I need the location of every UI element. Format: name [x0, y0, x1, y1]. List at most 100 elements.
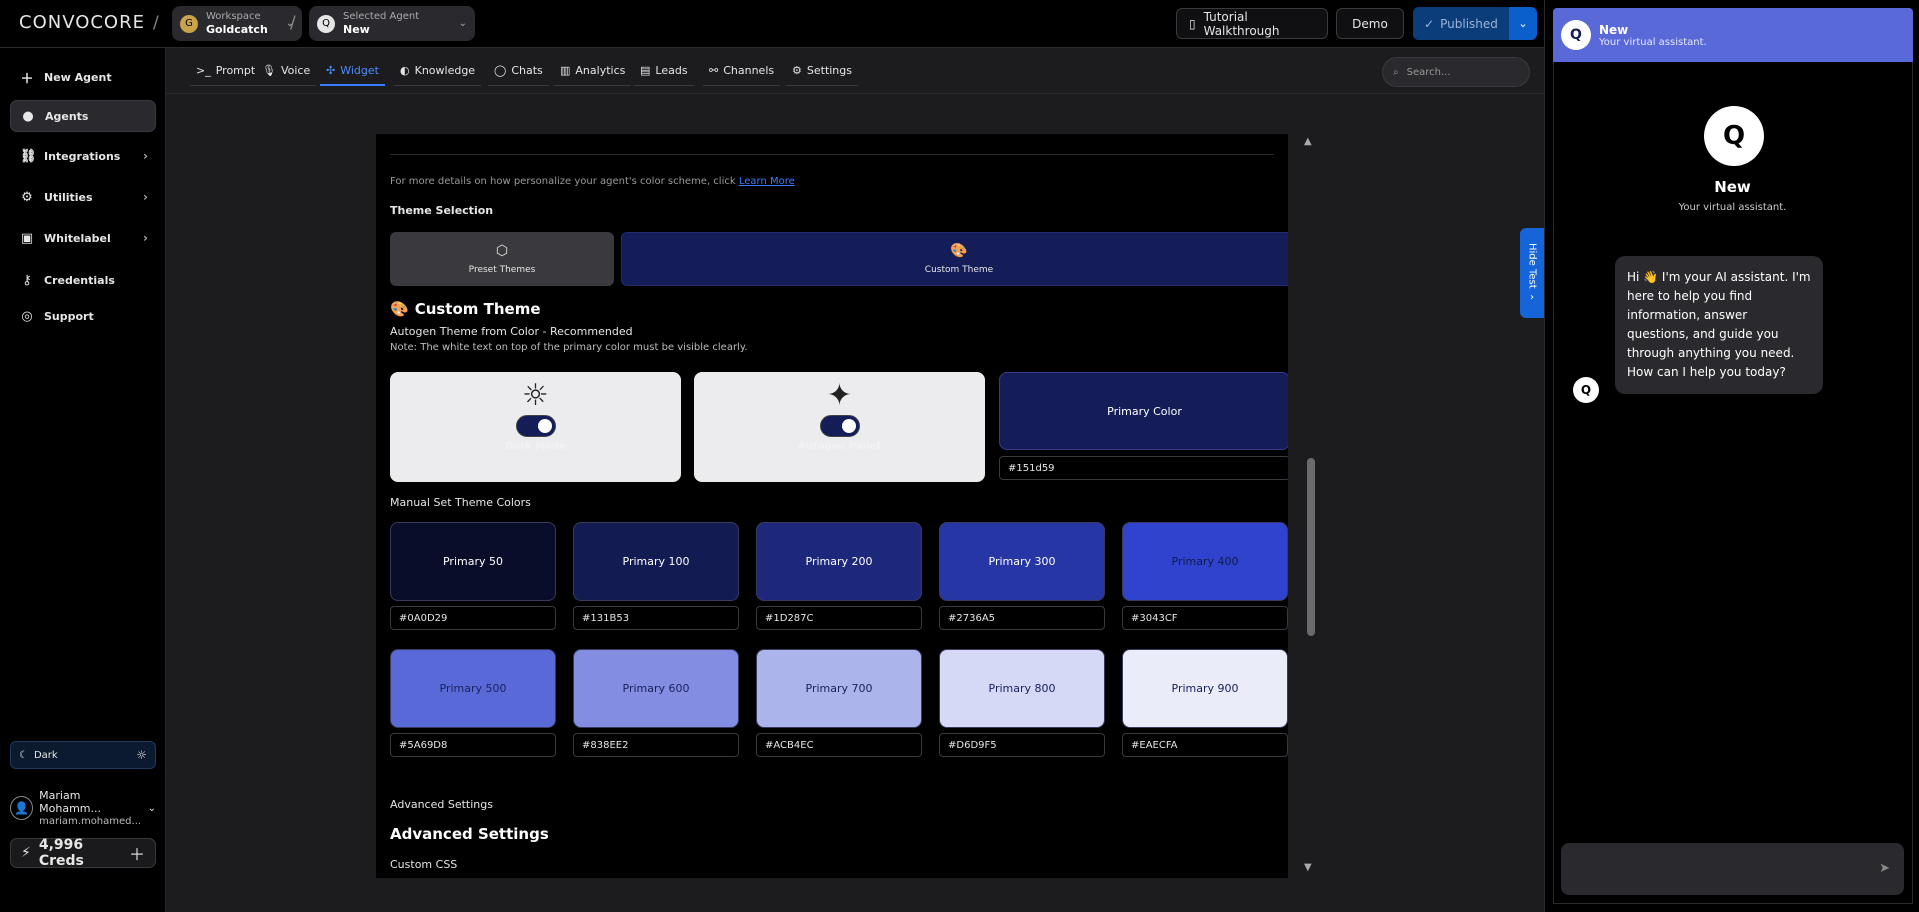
user-menu[interactable]: 👤 Mariam Mohamm... mariam.mohamed... ⌄	[10, 789, 156, 827]
color-swatch[interactable]: Primary 600	[573, 649, 739, 728]
workspace-selector[interactable]: G Workspace Goldcatch ⌄	[172, 6, 303, 41]
dark-mode-toggle[interactable]	[515, 415, 556, 437]
color-swatch[interactable]: Primary 200	[756, 522, 922, 601]
color-swatch[interactable]: Primary 400	[1122, 522, 1288, 601]
preset-themes-button[interactable]: ⬡ Preset Themes	[390, 232, 614, 286]
chat-message-input[interactable]: ➤	[1561, 843, 1904, 895]
color-swatch[interactable]: Primary 50	[390, 522, 556, 601]
primary-color-swatch[interactable]: Primary Color	[999, 372, 1288, 450]
link-icon: ⛓	[20, 148, 37, 164]
color-hex-input[interactable]: #131B53	[573, 606, 739, 630]
publish-control[interactable]: ✓ Published ⌄	[1413, 7, 1537, 40]
tab-channels[interactable]: ⚯ Channels	[703, 56, 781, 86]
color-hex-input[interactable]: #2736A5	[939, 606, 1105, 630]
autogen-pallet-toggle[interactable]	[819, 415, 860, 437]
tab-chats[interactable]: ◯ Chats	[488, 56, 549, 86]
tab-knowledge[interactable]: ◐ Knowledge	[394, 56, 482, 86]
tab-voice[interactable]: 🎙 Voice	[256, 56, 317, 86]
custom-theme-heading: 🎨 Custom Theme	[390, 300, 541, 318]
color-swatch[interactable]: Primary 300	[939, 522, 1105, 601]
publish-dropdown-button[interactable]: ⌄	[1509, 7, 1537, 40]
color-hex-input[interactable]: #D6D9F5	[939, 733, 1105, 757]
cube-icon: ⬡	[495, 243, 509, 259]
chat-welcome-subtitle: Your virtual assistant.	[1678, 202, 1787, 213]
custom-theme-label: Custom Theme	[924, 265, 994, 275]
color-hex-input[interactable]: #5A69D8	[390, 733, 556, 757]
color-hex-input[interactable]: #838EE2	[573, 733, 739, 757]
sidebar-item-integrations[interactable]: ⛓ Integrations ›	[10, 140, 156, 172]
agent-avatar-icon: Q	[317, 14, 335, 33]
dark-mode-card[interactable]: ☼ Dark Mode	[390, 372, 681, 482]
workspace-name: Goldcatch	[206, 22, 268, 36]
channels-icon: ⚯	[709, 64, 719, 77]
widget-icon: ✣	[326, 63, 336, 77]
custom-css-label: Custom CSS	[390, 858, 458, 871]
hide-test-label: Hide Test	[1526, 242, 1538, 289]
learn-more-link[interactable]: Learn More	[739, 176, 795, 187]
chat-icon: ◯	[494, 64, 507, 77]
credits-label: 4,996 Creds	[38, 837, 84, 869]
hide-test-button[interactable]: Hide Test ›	[1520, 228, 1544, 318]
note-text: Note: The white text on top of the prima…	[390, 342, 748, 353]
chevron-down-icon: ⌄	[147, 802, 156, 814]
color-hex-input[interactable]: #0A0D29	[390, 606, 556, 630]
color-hex-input[interactable]: #ACB4EC	[756, 733, 922, 757]
tab-label: Prompt	[215, 64, 256, 77]
tab-settings[interactable]: ⚙ Settings	[786, 56, 858, 86]
tab-leads[interactable]: ▤ Leads	[634, 56, 694, 86]
tab-prompt[interactable]: >_ Prompt	[190, 56, 262, 86]
tutorial-button[interactable]: ▯ Tutorial Walkthrough	[1176, 8, 1328, 39]
person-badge-icon: ▣	[20, 230, 34, 246]
color-swatch[interactable]: Primary 500	[390, 649, 556, 728]
color-hex-input[interactable]: #3043CF	[1122, 606, 1288, 630]
color-swatch[interactable]: Primary 800	[939, 649, 1105, 728]
color-hex-input[interactable]: #1D287C	[756, 606, 922, 630]
tutorial-label: Tutorial Walkthrough	[1203, 9, 1280, 38]
color-swatch[interactable]: Primary 700	[756, 649, 922, 728]
sidebar-item-whitelabel[interactable]: ▣ Whitelabel ›	[10, 222, 156, 254]
workspace-label: Workspace	[206, 10, 261, 22]
chevron-right-icon: ›	[143, 190, 148, 204]
theme-toggle[interactable]: ☾ Dark ☼	[10, 741, 156, 769]
tab-widget[interactable]: ✣ Widget	[320, 56, 385, 86]
gear-icon: ⚙	[792, 64, 802, 77]
agent-selector[interactable]: Q Selected Agent New ⌄	[309, 6, 475, 41]
search-input[interactable]: ⌕ Search...	[1382, 57, 1530, 87]
sun-icon: ☼	[522, 378, 549, 413]
scrollbar[interactable]: ▲ ▼	[1302, 134, 1320, 878]
tab-label: Settings	[806, 64, 852, 77]
scroll-thumb[interactable]	[1307, 458, 1315, 636]
sidebar-item-credentials[interactable]: ⚷ Credentials	[10, 264, 156, 296]
lightning-icon: ⚡	[21, 845, 31, 861]
sidebar-item-label: Utilities	[44, 190, 93, 204]
agent-label: Selected Agent	[343, 10, 420, 22]
sidebar-item-utilities[interactable]: ⚙ Utilities ›	[10, 181, 156, 213]
scroll-up-icon[interactable]: ▲	[1304, 136, 1312, 147]
agent-avatar-icon: Q	[1573, 377, 1599, 403]
palette-icon: 🎨	[950, 243, 968, 259]
scroll-down-icon[interactable]: ▼	[1304, 862, 1312, 873]
agent-name: New	[343, 22, 370, 36]
plus-icon: ＋	[20, 71, 34, 87]
credits-display[interactable]: ⚡ 4,996 Creds ＋	[10, 837, 156, 869]
color-swatch[interactable]: Primary 900	[1122, 649, 1288, 728]
add-credits-icon[interactable]: ＋	[129, 841, 145, 865]
sidebar-item-support[interactable]: ◎ Support	[10, 300, 156, 332]
demo-button[interactable]: Demo	[1336, 8, 1404, 39]
color-swatch[interactable]: Primary 100	[573, 522, 739, 601]
chevron-down-icon: ⌄	[458, 18, 467, 29]
sidebar-item-label: Agents	[45, 109, 89, 123]
published-button[interactable]: ✓ Published	[1413, 7, 1509, 40]
sidebar-item-agents[interactable]: ● Agents	[10, 100, 156, 132]
autogen-pallet-card[interactable]: ✦ Autogen Pallet	[694, 372, 985, 482]
advanced-settings-label: Advanced Settings	[390, 798, 493, 811]
breadcrumb-separator: /	[153, 13, 159, 33]
sidebar-item-new-agent[interactable]: ＋ New Agent	[10, 61, 156, 93]
agent-avatar-icon: Q	[1561, 20, 1591, 50]
tab-analytics[interactable]: ▥ Analytics	[554, 56, 632, 86]
send-icon[interactable]: ➤	[1879, 861, 1890, 876]
published-label: Published	[1440, 16, 1498, 31]
color-hex-input[interactable]: #EAECFA	[1122, 733, 1288, 757]
primary-color-input[interactable]: #151d59	[999, 456, 1288, 480]
custom-theme-button[interactable]: 🎨 Custom Theme	[621, 232, 1288, 286]
